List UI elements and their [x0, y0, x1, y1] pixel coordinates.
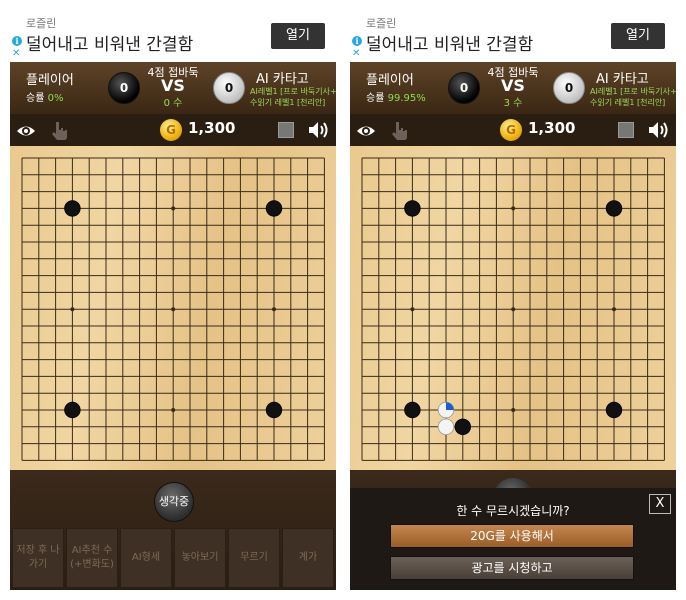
speaker-icon[interactable]	[647, 120, 669, 140]
ad-sponsor: 로즐린	[26, 17, 57, 30]
ad-close-icon[interactable]: ✕	[352, 49, 360, 59]
ad-close-icon[interactable]: ✕	[12, 49, 20, 59]
eye-icon[interactable]	[16, 121, 36, 141]
star-point	[511, 408, 516, 412]
speaker-icon[interactable]	[307, 120, 329, 140]
board-grid[interactable]	[350, 146, 676, 470]
player-name: 플레이어	[26, 73, 74, 88]
checkbox-icon[interactable]	[278, 122, 294, 138]
bottom-controls: 생각중 저장 후 나가기 AI추천 수 (+변화도) AI형세 놓아보기 무르기…	[10, 470, 336, 590]
star-point	[171, 206, 176, 211]
player-captures-badge: 0	[108, 72, 140, 104]
black-stone	[64, 401, 81, 419]
dialog-title: 한 수 무르시겠습니까?	[456, 504, 570, 518]
count-score-button[interactable]: 계가	[282, 528, 334, 588]
ad-info-icon[interactable]: i	[12, 36, 22, 46]
white-stone	[437, 418, 455, 436]
board-grid[interactable]	[10, 146, 336, 470]
player-win-rate: 승률 99.95%	[366, 89, 426, 104]
use-20g-button[interactable]: 20G를 사용해서	[390, 524, 634, 548]
dialog-close-button[interactable]: X	[649, 494, 671, 514]
black-stone	[404, 200, 421, 217]
save-exit-button[interactable]: 저장 후 나가기	[12, 528, 64, 588]
star-point	[171, 408, 176, 412]
black-stone	[605, 200, 623, 217]
ai-name: AI 카타고	[256, 72, 309, 87]
go-board[interactable]	[10, 146, 336, 470]
hand-pointer-icon[interactable]	[50, 120, 68, 140]
ai-recommend-button[interactable]: AI추천 수 (+변화도)	[66, 528, 118, 588]
ad-text[interactable]: 덜어내고 비워낸 간결함	[366, 30, 533, 55]
star-point	[171, 307, 176, 312]
move-count: 3 수	[503, 98, 523, 109]
ad-sponsor: 로즐린	[366, 17, 397, 30]
coin-count: 1,300	[528, 119, 576, 137]
gold-coin-icon: G	[160, 119, 182, 141]
black-stone	[605, 401, 623, 419]
watch-ad-button[interactable]: 광고를 시청하고	[390, 556, 634, 580]
win-rate-label: 승률	[366, 93, 385, 104]
ai-captures-badge: 0	[553, 72, 585, 104]
star-point	[272, 307, 276, 312]
ai-name: AI 카타고	[596, 72, 649, 87]
hand-pointer-icon[interactable]	[390, 120, 408, 140]
game-screen-left: 로즐린 i ✕ 덜어내고 비워낸 간결함 열기 플레이어 승률 0% 0 4점 …	[10, 10, 336, 590]
game-screen-right: 로즐린 i ✕ 덜어내고 비워낸 간결함 열기 플레이어 승률 99.95% 0…	[350, 10, 676, 590]
toolbar: G 1,300	[10, 114, 336, 146]
last-move-marker	[446, 402, 454, 410]
action-bar: 저장 후 나가기 AI추천 수 (+변화도) AI형세 놓아보기 무르기 계가	[10, 528, 336, 590]
move-count: 0 수	[163, 98, 183, 109]
ad-info-icon[interactable]: i	[352, 36, 362, 46]
star-point	[410, 307, 415, 312]
player-captures-badge: 0	[448, 72, 480, 104]
ad-open-button[interactable]: 열기	[271, 23, 325, 49]
win-rate-label: 승률	[26, 93, 45, 104]
ai-reading-level: 수읽기 레벨1 [천리안]	[590, 98, 666, 107]
vs-label: VS	[501, 76, 525, 95]
star-point	[511, 307, 516, 312]
star-point	[612, 307, 616, 312]
star-point	[70, 307, 75, 312]
black-stone	[265, 401, 283, 419]
black-stone	[404, 401, 421, 419]
player-win-rate: 승률 0%	[26, 89, 63, 104]
black-stone	[265, 200, 283, 217]
ai-captures-badge: 0	[213, 72, 245, 104]
ai-level: AI레벨1 [프로 바둑기사+]	[250, 87, 336, 96]
win-rate-value: 0%	[47, 93, 64, 104]
gold-coin-icon: G	[500, 119, 522, 141]
win-rate-value: 99.95%	[387, 93, 426, 104]
black-stone	[454, 418, 472, 436]
ai-level: AI레벨1 [프로 바둑기사+]	[590, 87, 676, 96]
black-stone	[64, 200, 81, 217]
player-name: 플레이어	[366, 73, 414, 88]
star-point	[511, 206, 516, 211]
match-header: 플레이어 승률 99.95% 0 4점 접바둑 VS 3 수 0 AI 카타고 …	[350, 62, 676, 114]
go-board[interactable]	[350, 146, 676, 470]
coin-count: 1,300	[188, 119, 236, 137]
try-moves-button[interactable]: 놓아보기	[174, 528, 226, 588]
checkbox-icon[interactable]	[618, 122, 634, 138]
ai-status-button[interactable]: AI형세	[120, 528, 172, 588]
vs-label: VS	[161, 76, 185, 95]
ad-banner[interactable]: 로즐린 i ✕ 덜어내고 비워낸 간결함 열기	[10, 10, 336, 62]
undo-dialog: 한 수 무르시겠습니까? X 20G를 사용해서 광고를 시청하고	[350, 488, 676, 590]
ad-open-button[interactable]: 열기	[611, 23, 665, 49]
toolbar: G 1,300	[350, 114, 676, 146]
undo-button[interactable]: 무르기	[228, 528, 280, 588]
ad-banner[interactable]: 로즐린 i ✕ 덜어내고 비워낸 간결함 열기	[350, 10, 676, 62]
ai-reading-level: 수읽기 레벨1 [천리안]	[250, 98, 326, 107]
ad-text[interactable]: 덜어내고 비워낸 간결함	[26, 30, 193, 55]
eye-icon[interactable]	[356, 121, 376, 141]
thinking-button[interactable]: 생각중	[154, 482, 194, 522]
match-header: 플레이어 승률 0% 0 4점 접바둑 VS 0 수 0 AI 카타고 AI레벨…	[10, 62, 336, 114]
